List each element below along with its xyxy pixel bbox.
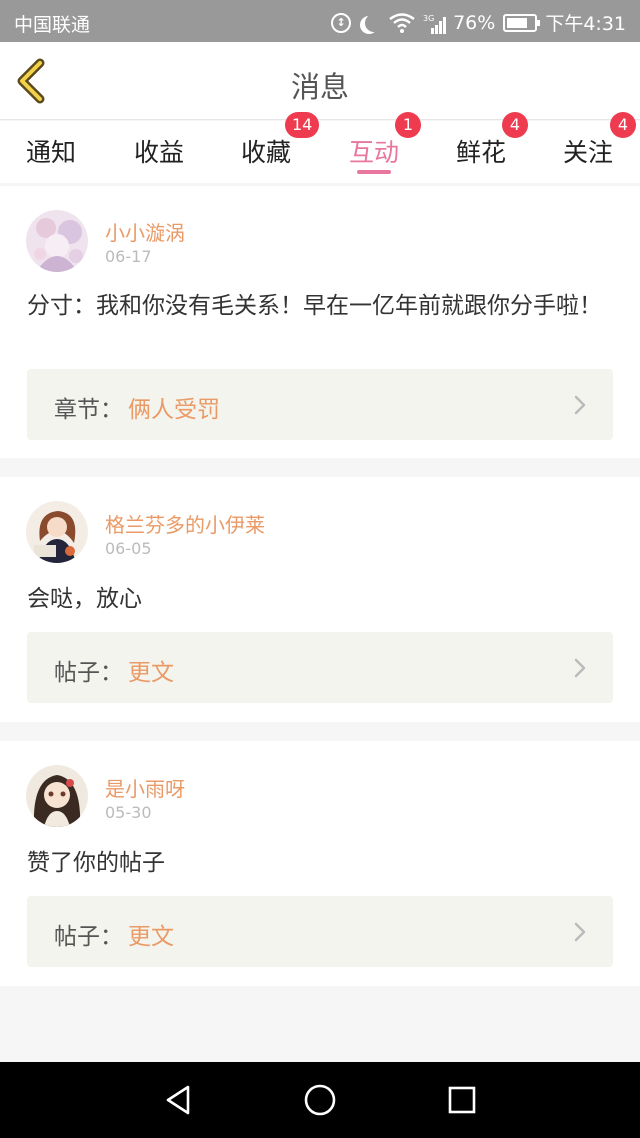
reference-link[interactable]: 帖子： 更文 [27, 896, 613, 967]
username[interactable]: 小小漩涡 [105, 217, 185, 246]
chevron-right-icon [574, 658, 586, 678]
reference-label: 帖子： [54, 924, 123, 950]
back-triangle-icon[interactable] [160, 1082, 196, 1118]
tab-flowers[interactable]: 鲜花 [456, 133, 506, 169]
tab-flowers-badge: 4 [502, 112, 528, 138]
signal-icon: 3G [423, 13, 447, 34]
tab-interactions[interactable]: 互动 [349, 133, 399, 169]
message-date: 06-05 [105, 539, 152, 558]
chevron-right-icon [574, 395, 586, 415]
reference-link[interactable]: 帖子： 更文 [27, 632, 613, 703]
active-tab-indicator [357, 170, 391, 174]
tab-notifications[interactable]: 通知 [26, 133, 76, 169]
tab-bar: 通知 收益 收藏 互动 鲜花 关注 [0, 121, 640, 183]
app-header: 消息 [0, 42, 640, 120]
data-saver-icon: ↕ [331, 12, 352, 33]
reference-title: 俩人受罚 [128, 397, 220, 423]
tab-following-badge: 4 [610, 112, 636, 138]
avatar[interactable] [26, 501, 88, 563]
tab-interactions-badge: 1 [395, 112, 421, 138]
battery-percent: 76% [453, 11, 496, 34]
avatar[interactable] [26, 210, 88, 272]
battery-icon [503, 13, 541, 32]
avatar[interactable] [26, 765, 88, 827]
message-card: 小小漩涡 06-17 分寸：我和你没有毛关系！早在一亿年前就跟你分手啦！ 章节：… [0, 186, 640, 458]
network-type: 3G [423, 14, 434, 23]
carrier-name: 中国联通 [14, 14, 91, 36]
username[interactable]: 格兰芬多的小伊莱 [105, 509, 265, 538]
message-content: 会哒，放心 [27, 586, 142, 612]
reference-title: 更文 [128, 660, 174, 686]
message-content: 分寸：我和你没有毛关系！早在一亿年前就跟你分手啦！ [27, 293, 602, 319]
reference-link[interactable]: 章节： 俩人受罚 [27, 369, 613, 440]
message-card: 是小雨呀 05-30 赞了你的帖子 帖子： 更文 [0, 741, 640, 986]
wifi-icon [389, 12, 415, 33]
home-circle-icon[interactable] [302, 1082, 338, 1118]
status-bar: 中国联通 ↕ 3G 76% 下午4:31 [0, 0, 640, 42]
tab-favorites-badge: 14 [285, 112, 320, 138]
tab-following[interactable]: 关注 [563, 133, 613, 169]
battery-fill [507, 17, 528, 28]
message-date: 05-30 [105, 803, 152, 822]
recents-square-icon[interactable] [444, 1082, 480, 1118]
tab-earnings[interactable]: 收益 [134, 133, 184, 169]
tab-favorites[interactable]: 收藏 [241, 133, 291, 169]
system-nav-bar [0, 1062, 640, 1138]
reference-label: 帖子： [54, 660, 123, 686]
moon-icon [365, 14, 383, 32]
clock: 下午4:31 [545, 13, 626, 35]
message-content: 赞了你的帖子 [27, 850, 165, 876]
username[interactable]: 是小雨呀 [105, 773, 185, 802]
page-title: 消息 [290, 70, 349, 104]
chevron-right-icon [574, 922, 586, 942]
reference-title: 更文 [128, 924, 174, 950]
reference-label: 章节： [54, 397, 123, 423]
message-card: 格兰芬多的小伊莱 06-05 会哒，放心 帖子： 更文 [0, 477, 640, 722]
message-date: 06-17 [105, 247, 152, 266]
